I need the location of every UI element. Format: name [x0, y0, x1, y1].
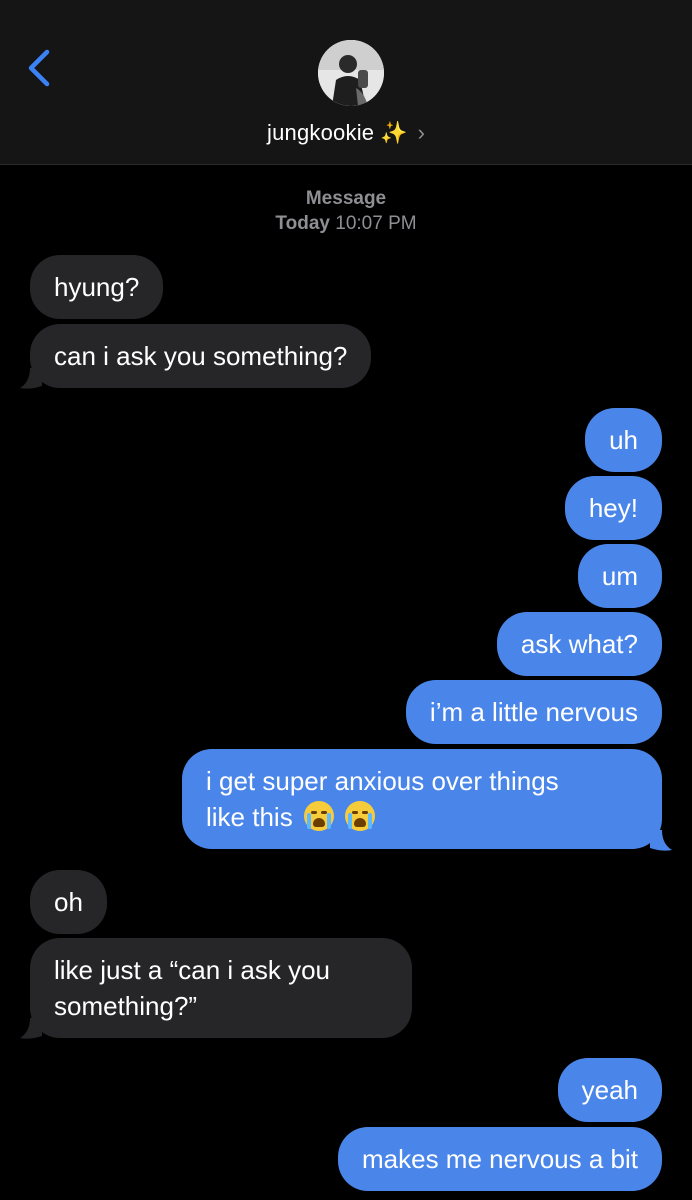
- sparkle-icon: ✨: [380, 120, 408, 145]
- conversation-header: jungkookie ✨ ›: [0, 0, 692, 165]
- timestamp: Today 10:07 PM: [0, 213, 692, 235]
- message-text: i’m a little nervous: [429, 697, 638, 727]
- contact-avatar[interactable]: [318, 40, 384, 106]
- avatar-photo: [318, 40, 384, 106]
- bubble-tail: [650, 830, 672, 851]
- bubble-tail: [20, 1018, 42, 1039]
- message-text: hey!: [588, 493, 638, 523]
- message-text-line: like this: [206, 799, 638, 835]
- message-text: oh: [54, 887, 83, 917]
- message-text-line: something?”: [54, 991, 198, 1021]
- message-text-line: i get super anxious over things: [206, 766, 559, 796]
- message-text: makes me nervous a bit: [361, 1144, 638, 1174]
- message-text: ask what?: [520, 629, 638, 659]
- message-outgoing[interactable]: yeah: [557, 1058, 662, 1122]
- timestamp-day: Today: [275, 213, 330, 234]
- message-outgoing[interactable]: ask what?: [496, 612, 662, 676]
- contact-name-row[interactable]: jungkookie ✨ ›: [0, 116, 692, 150]
- message-outgoing[interactable]: hey!: [564, 476, 662, 540]
- loudly-crying-emoji-icon: [303, 801, 334, 831]
- timestamp-time: 10:07 PM: [335, 213, 417, 234]
- message-outgoing[interactable]: i get super anxious over things like thi…: [182, 749, 662, 849]
- message-outgoing[interactable]: i’m a little nervous: [405, 680, 662, 744]
- message-text: like this: [206, 802, 293, 832]
- loudly-crying-emoji-icon: [345, 801, 376, 831]
- message-incoming[interactable]: oh: [30, 870, 107, 934]
- chevron-right-icon: ›: [417, 120, 425, 145]
- message-text: can i ask you something?: [54, 341, 348, 371]
- back-button[interactable]: [14, 40, 64, 96]
- message-text: hyung?: [54, 272, 140, 302]
- message-text: uh: [609, 425, 638, 455]
- bubble-tail: [20, 368, 42, 389]
- contact-name: jungkookie: [267, 120, 375, 145]
- message-outgoing[interactable]: um: [577, 544, 662, 608]
- message-outgoing[interactable]: makes me nervous a bit: [337, 1127, 662, 1191]
- message-text: um: [601, 561, 638, 591]
- service-label: Message: [305, 188, 387, 209]
- message-incoming[interactable]: hyung?: [30, 255, 164, 319]
- message-incoming[interactable]: like just a “can i ask you something?”: [30, 938, 412, 1038]
- chevron-left-icon: [28, 49, 50, 87]
- message-incoming[interactable]: can i ask you something?: [30, 324, 372, 388]
- message-outgoing[interactable]: uh: [585, 408, 662, 472]
- message-text: yeah: [581, 1075, 638, 1105]
- message-text-line: like just a “can i ask you: [54, 955, 331, 985]
